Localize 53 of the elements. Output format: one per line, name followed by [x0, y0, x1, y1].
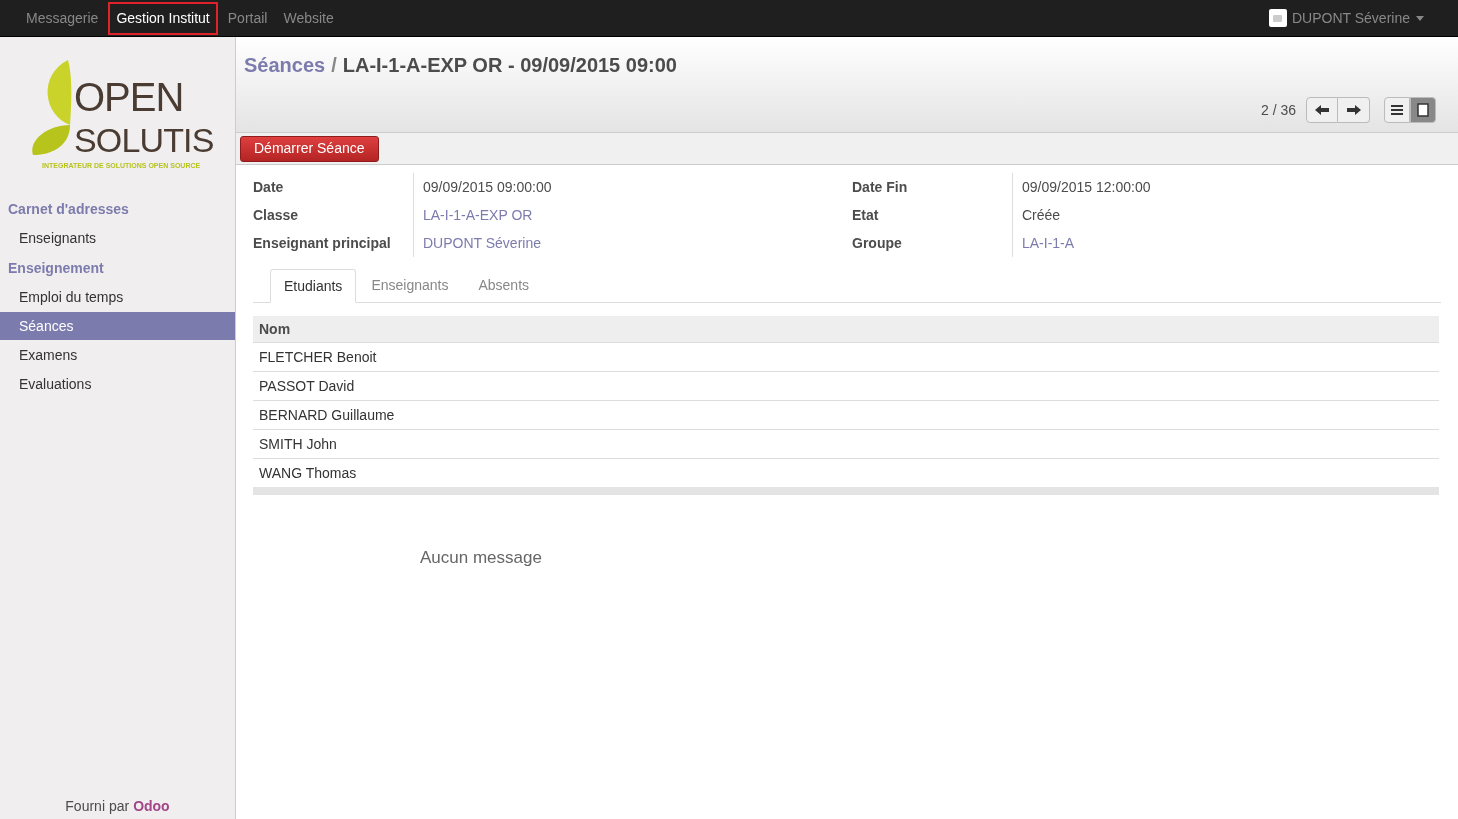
- logo-text: SOLUTIS: [74, 123, 214, 157]
- caret-icon: [1416, 15, 1424, 21]
- next-button[interactable]: [1338, 97, 1370, 123]
- right-arrow-icon: [1346, 105, 1361, 115]
- record-title: LA-I-1-A-EXP OR - 09/09/2015 09:00: [342, 53, 677, 78]
- sidebar-item[interactable]: Examens: [0, 341, 235, 369]
- field-value: Créée: [1022, 205, 1061, 225]
- table-cell-text: WANG Thomas: [259, 463, 357, 483]
- left-arrow-icon: [1315, 105, 1329, 115]
- powered-by-text: Fourni par: [65, 797, 130, 816]
- field-link[interactable]: LA-I-1-A: [1022, 232, 1075, 254]
- top-menu-item[interactable]: Gestion Institut: [108, 1, 218, 35]
- tab[interactable]: Enseignants: [356, 268, 464, 302]
- list-icon: [1391, 105, 1403, 115]
- tab[interactable]: Etudiants: [270, 269, 357, 303]
- field-label: Enseignant principal: [253, 233, 392, 253]
- avatar-icon: [1269, 9, 1287, 27]
- field-value: 09/09/2015 09:00:00: [423, 177, 552, 197]
- field-value: 09/09/2015 12:00:00: [1022, 177, 1151, 197]
- logo-text: OPEN: [74, 77, 184, 117]
- odoo-link[interactable]: Odoo: [133, 796, 170, 817]
- pager-text: 2 / 36: [1260, 100, 1296, 120]
- field-label: Groupe: [852, 233, 903, 253]
- field-label: Date Fin: [852, 177, 909, 197]
- start-session-button[interactable]: Démarrer Séance: [240, 135, 379, 162]
- field-label: Classe: [253, 205, 300, 225]
- table-cell-text: SMITH John: [259, 434, 337, 454]
- breadcrumb-link[interactable]: Séances: [244, 50, 326, 80]
- list-view-button[interactable]: [1384, 97, 1410, 123]
- sidebar-item[interactable]: Evaluations: [0, 370, 235, 398]
- field-label: Date: [253, 177, 285, 197]
- sidebar-item[interactable]: Séances: [0, 312, 235, 340]
- sidebar-section-title: Enseignement: [7, 258, 105, 278]
- previous-button[interactable]: [1306, 97, 1338, 123]
- sidebar-item[interactable]: Enseignants: [0, 224, 235, 252]
- table-cell-text: PASSOT David: [259, 376, 355, 396]
- field-link[interactable]: LA-I-1-A-EXP OR: [423, 204, 533, 226]
- tab[interactable]: Absents: [463, 268, 545, 302]
- sidebar-section-title: Carnet d'adresses: [7, 199, 130, 219]
- field-label: Etat: [852, 205, 880, 225]
- table-cell-text: FLETCHER Benoit: [259, 347, 377, 367]
- top-menu-item[interactable]: Messagerie: [20, 3, 105, 33]
- breadcrumb-separator: /: [331, 53, 337, 78]
- sidebar-item[interactable]: Emploi du temps: [0, 283, 235, 311]
- column-header: Nom: [259, 319, 291, 339]
- empty-message: Aucun message: [420, 548, 542, 567]
- form-view-button[interactable]: [1410, 97, 1436, 123]
- table-cell-text: BERNARD Guillaume: [259, 405, 395, 425]
- top-menu-item[interactable]: Website: [277, 3, 340, 33]
- top-menu-item[interactable]: Portail: [221, 3, 274, 33]
- user-menu[interactable]: DUPONT Séverine: [1292, 7, 1424, 29]
- form-icon: [1417, 103, 1429, 117]
- field-link[interactable]: DUPONT Séverine: [423, 232, 541, 254]
